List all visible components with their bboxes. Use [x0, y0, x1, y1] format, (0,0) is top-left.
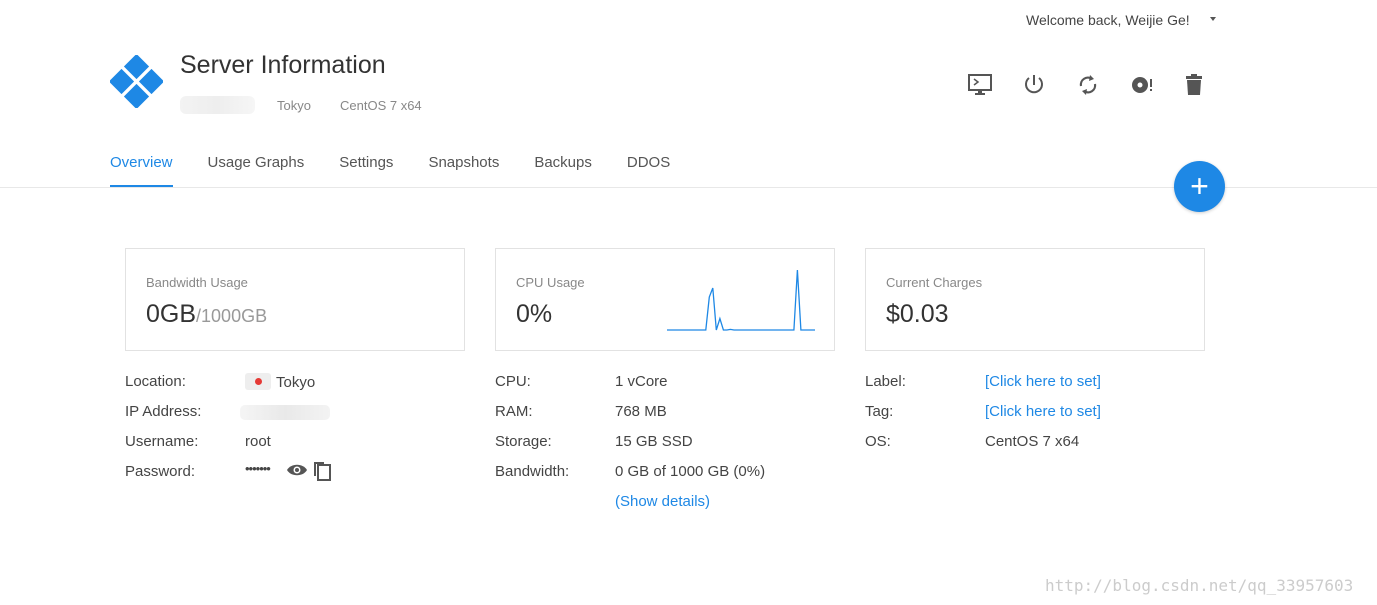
- add-button[interactable]: +: [1174, 161, 1225, 212]
- cpu-value: 1 vCore: [615, 373, 668, 390]
- location-value: Tokyo: [245, 373, 315, 391]
- page-title: Server Information: [180, 51, 386, 79]
- card-label: CPU Usage: [516, 275, 585, 290]
- ram-label: RAM:: [495, 403, 533, 420]
- copy-icon[interactable]: [311, 459, 333, 481]
- delete-icon[interactable]: [1181, 72, 1207, 98]
- console-icon[interactable]: [967, 72, 993, 98]
- label-label: Label:: [865, 373, 906, 390]
- cpu-series-line: [667, 269, 815, 331]
- show-details-link[interactable]: (Show details): [615, 493, 710, 510]
- eye-icon[interactable]: [286, 462, 308, 478]
- caret-down-icon[interactable]: [1210, 17, 1216, 21]
- set-label-link[interactable]: [Click here to set]: [985, 373, 1101, 390]
- os-label: OS:: [865, 433, 891, 450]
- bandwidth-card: Bandwidth Usage 0GB/1000GB: [125, 248, 465, 351]
- card-label: Bandwidth Usage: [146, 275, 248, 290]
- ip-redacted: [240, 405, 330, 420]
- tab-usage-graphs[interactable]: Usage Graphs: [208, 154, 305, 187]
- bandwidth-total: /1000GB: [196, 306, 268, 326]
- watermark: http://blog.csdn.net/qq_33957603: [1045, 576, 1354, 595]
- tab-settings[interactable]: Settings: [339, 154, 393, 187]
- tab-ddos[interactable]: DDOS: [627, 154, 670, 187]
- storage-label: Storage:: [495, 433, 552, 450]
- card-value: $0.03: [886, 300, 949, 328]
- bandwidth-value: 0 GB of 1000 GB (0%): [615, 463, 766, 480]
- cpu-card: CPU Usage 0%: [495, 248, 835, 351]
- user-menu[interactable]: Welcome back, Weijie Ge!: [1026, 12, 1190, 28]
- set-tag-link[interactable]: [Click here to set]: [985, 403, 1101, 420]
- location-text: Tokyo: [276, 374, 316, 391]
- password-value: •••••••: [245, 461, 271, 476]
- card-value: 0GB/1000GB: [146, 300, 267, 329]
- ip-label: IP Address:: [125, 403, 202, 420]
- reinstall-icon[interactable]: [1129, 72, 1155, 98]
- card-value: 0%: [516, 300, 553, 328]
- password-label: Password:: [125, 463, 196, 480]
- location-subtitle: Tokyo: [277, 98, 311, 113]
- power-icon[interactable]: [1021, 72, 1047, 98]
- os-value: CentOS 7 x64: [985, 433, 1080, 450]
- ram-value: 768 MB: [615, 403, 667, 420]
- tab-backups[interactable]: Backups: [534, 154, 592, 187]
- restart-icon[interactable]: [1075, 72, 1101, 98]
- username-value: root: [245, 433, 271, 450]
- storage-value: 15 GB SSD: [615, 433, 693, 450]
- card-label: Current Charges: [886, 275, 983, 290]
- bandwidth-label: Bandwidth:: [495, 463, 570, 480]
- logo-icon: [110, 55, 163, 108]
- tab-snapshots[interactable]: Snapshots: [428, 154, 499, 187]
- tab-bar: Overview Usage Graphs Settings Snapshots…: [110, 154, 705, 187]
- japan-flag-icon: [245, 373, 271, 390]
- bandwidth-used: 0GB: [146, 300, 197, 328]
- charges-card: Current Charges $0.03: [865, 248, 1205, 351]
- cpu-label: CPU:: [495, 373, 531, 390]
- tab-overview[interactable]: Overview: [110, 154, 173, 187]
- tag-label: Tag:: [865, 403, 894, 420]
- divider: [0, 187, 1377, 188]
- username-label: Username:: [125, 433, 199, 450]
- location-label: Location:: [125, 373, 186, 390]
- ip-redacted: [180, 96, 255, 114]
- cpu-sparkline: [667, 269, 815, 331]
- os-subtitle: CentOS 7 x64: [340, 98, 422, 113]
